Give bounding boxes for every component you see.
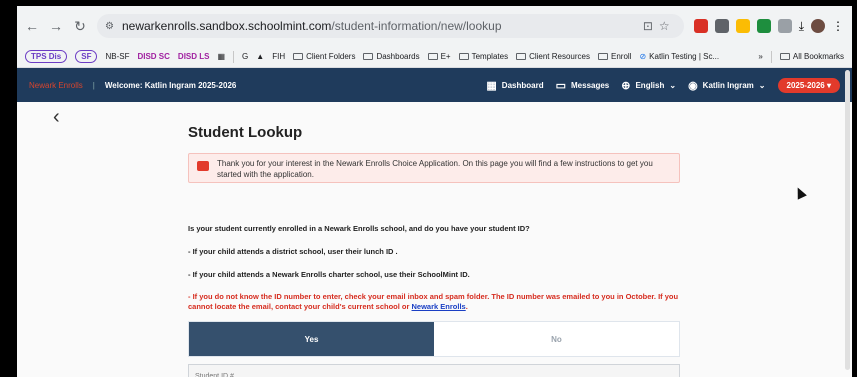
messages-label: Messages: [571, 80, 610, 90]
year-selector[interactable]: 2025-2026 ▾: [777, 77, 840, 93]
bookmark-label: Templates: [471, 52, 509, 61]
back-button[interactable]: ‹: [53, 106, 60, 129]
message-icon: ▭: [555, 79, 566, 92]
folder-icon: [427, 53, 438, 60]
mouse-cursor: [793, 185, 807, 200]
url-path: /student-information/new/lookup: [331, 19, 502, 33]
main-content: ‹ Student Lookup Thank you for your inte…: [17, 102, 852, 377]
bookmark-label: Katlin Testing | Sc...: [649, 52, 720, 61]
menu-icon[interactable]: ⋮: [832, 19, 844, 33]
browser-window: ← → ↻ ⚙ newarkenrolls.sandbox.schoolmint…: [17, 6, 852, 377]
bookmark-label: Client Resources: [529, 52, 590, 61]
arrow-left-icon[interactable]: ←: [25, 18, 39, 34]
bookmark-folder[interactable]: All Bookmarks: [779, 52, 844, 61]
message-icon: [197, 161, 209, 171]
messages-link[interactable]: ▭ Messages: [556, 79, 610, 92]
chevron-down-icon: ⌄: [758, 80, 766, 90]
instruction-line: - If your child attends a Newark Enrolls…: [188, 270, 470, 279]
question-text: Is your student currently enrolled in a …: [188, 224, 530, 233]
bookmark-item[interactable]: ⊘ Katlin Testing | Sc...: [639, 52, 719, 61]
newark-enrolls-link[interactable]: Newark Enrolls: [412, 302, 466, 311]
bookmark-item[interactable]: FIH: [272, 52, 285, 61]
scrollbar[interactable]: [845, 70, 850, 370]
alert-text: Thank you for your interest in the Newar…: [217, 159, 653, 179]
bookmark-folder[interactable]: Client Folders: [293, 52, 355, 61]
apps-icon[interactable]: ▦: [217, 52, 225, 61]
avatar[interactable]: [811, 19, 825, 33]
folder-icon: [779, 53, 790, 60]
folder-icon: [598, 53, 608, 60]
download-icon[interactable]: ⤓: [799, 19, 804, 34]
user-icon: ◉: [688, 79, 698, 92]
bookmark-label: Client Folders: [306, 52, 356, 61]
bookmark-label: E+: [440, 52, 451, 61]
bookmark-folder[interactable]: Templates: [458, 52, 509, 61]
extension-icon[interactable]: [735, 19, 750, 33]
extension-icon[interactable]: [777, 19, 792, 33]
dashboard-link[interactable]: ▦ Dashboard: [486, 79, 543, 92]
folder-icon: [293, 53, 304, 60]
star-icon[interactable]: ⊡☆: [643, 19, 676, 33]
instruction-warning: - If you do not know the ID number to en…: [188, 292, 679, 311]
header-nav: ▦ Dashboard ▭ Messages ⊕ English ⌄ ◉ Katlin I…: [486, 77, 840, 93]
bookmark-item[interactable]: SF: [75, 50, 98, 63]
user-label: Katlin Ingram: [702, 80, 754, 90]
language-select[interactable]: ⊕ English ⌄: [621, 79, 676, 92]
extension-icon[interactable]: [756, 19, 771, 33]
bookmarks-bar: TPS Dis SF NB-SF DISD SC DISD LS ▦ G ▲ F…: [17, 46, 852, 68]
extension-icon[interactable]: [714, 19, 729, 33]
bookmark-folder[interactable]: E+: [427, 52, 451, 61]
link-icon: ⊘: [639, 52, 647, 61]
bookmark-item[interactable]: DISD SC: [137, 52, 169, 61]
reload-icon[interactable]: ↻: [73, 18, 87, 35]
separator: [233, 50, 235, 63]
yes-button[interactable]: Yes: [189, 322, 434, 356]
brand-logo[interactable]: Newark Enrolls: [29, 81, 83, 90]
site-info-icon[interactable]: ⚙: [105, 21, 114, 32]
url-host: newarkenrolls.sandbox.schoolmint.com: [121, 19, 332, 33]
folder-icon: [363, 53, 374, 60]
welcome-text: Welcome: Katlin Ingram 2025-2026: [104, 80, 237, 90]
no-button[interactable]: No: [434, 322, 679, 356]
extension-icon[interactable]: [693, 19, 708, 33]
folder-icon: [516, 53, 527, 60]
bookmark-folder[interactable]: Client Resources: [516, 52, 590, 61]
bookmark-label: All Bookmarks: [792, 52, 844, 61]
browser-toolbar: ← → ↻ ⚙ newarkenrolls.sandbox.schoolmint…: [17, 6, 852, 46]
bookmark-folder[interactable]: Enroll: [598, 52, 631, 61]
arrow-right-icon[interactable]: →: [49, 18, 63, 34]
separator: |: [92, 80, 95, 90]
bookmark-item[interactable]: G: [242, 52, 248, 61]
bookmark-item[interactable]: TPS Dis: [25, 50, 68, 63]
bookmark-label: Enroll: [611, 52, 632, 61]
bookmark-folder[interactable]: Dashboards: [363, 52, 420, 61]
bookmark-item[interactable]: DISD LS: [178, 52, 210, 61]
bookmark-item[interactable]: NB-SF: [105, 52, 129, 61]
enrolled-toggle: Yes No: [188, 321, 680, 357]
language-label: English: [635, 80, 665, 90]
student-id-field[interactable]: Student ID #: [188, 364, 680, 377]
bookmark-label: Dashboards: [376, 52, 420, 61]
app-header: Newark Enrolls | Welcome: Katlin Ingram …: [17, 68, 852, 102]
globe-icon: ⊕: [621, 79, 631, 92]
dashboard-label: Dashboard: [501, 80, 544, 90]
folder-icon: [458, 53, 469, 60]
info-alert: Thank you for your interest in the Newar…: [188, 153, 680, 183]
chevron-down-icon: ⌄: [669, 80, 677, 90]
more-bookmarks[interactable]: »: [758, 52, 762, 61]
address-bar[interactable]: ⚙ newarkenrolls.sandbox.schoolmint.com/s…: [97, 14, 684, 38]
separator: [770, 50, 772, 63]
drive-icon[interactable]: ▲: [256, 52, 264, 61]
extensions: ⤓ ⋮: [693, 19, 844, 34]
user-menu[interactable]: ◉ Katlin Ingram ⌄: [688, 79, 765, 92]
dashboard-icon: ▦: [486, 79, 497, 92]
page-title: Student Lookup: [188, 124, 303, 141]
instruction-line: - If your child attends a district schoo…: [188, 247, 398, 256]
